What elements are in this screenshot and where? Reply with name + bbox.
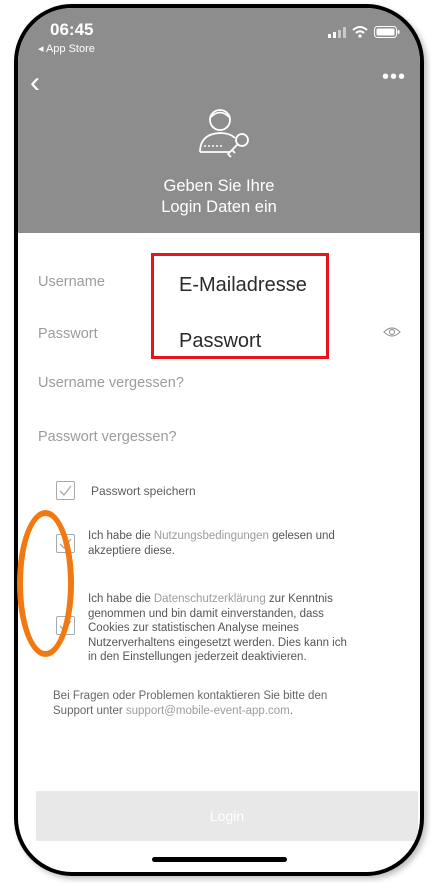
save-password-checkbox[interactable]	[56, 481, 75, 500]
privacy-line-4: Nutzerverhaltens eingesetzt werden. Dies…	[88, 636, 347, 649]
terms-line-2: akzeptiere diese.	[88, 544, 175, 557]
user-key-icon	[199, 109, 249, 158]
status-time: 06:45	[50, 20, 94, 39]
privacy-line-3: Cookies zur statistischen Analyse meines	[88, 622, 299, 634]
email-field[interactable]: E-Mailadresse	[179, 274, 307, 297]
checkmark-icon	[59, 485, 72, 496]
support-prefix: Support unter	[53, 704, 126, 717]
support-suffix: .	[289, 704, 293, 717]
forgot-password-link[interactable]: Passwort vergessen?	[38, 429, 177, 445]
annotation-ring	[17, 510, 74, 657]
privacy-prefix: Ich habe die	[88, 593, 154, 605]
phone-frame: 06:45 ◂ App Store ‹ ••• Geben Sie Ihre L…	[14, 4, 424, 876]
login-button[interactable]: Login	[36, 791, 418, 841]
back-button[interactable]: ‹	[30, 66, 40, 100]
password-label: Passwort	[38, 326, 98, 342]
terms-prefix: Ich habe die	[88, 530, 154, 542]
terms-link[interactable]: Nutzungsbedingungen	[154, 530, 269, 542]
page-title: Geben Sie Ihre Login Daten ein	[18, 176, 420, 218]
support-line-1: Bei Fragen oder Problemen kontaktieren S…	[53, 690, 328, 702]
privacy-rest: zur Kenntnis	[265, 593, 333, 605]
privacy-link[interactable]: Datenschutzerklärung	[154, 593, 266, 605]
save-password-label: Passwort speichern	[91, 484, 196, 498]
more-menu-button[interactable]: •••	[382, 67, 406, 87]
title-line-2: Login Daten ein	[161, 198, 277, 216]
show-password-icon[interactable]	[383, 326, 401, 338]
support-text: Bei Fragen oder Problemen kontaktieren S…	[53, 689, 383, 718]
title-line-1: Geben Sie Ihre	[163, 177, 275, 195]
support-email-link[interactable]: support@mobile-event-app.com	[126, 705, 290, 717]
wifi-icon	[352, 26, 368, 38]
password-field[interactable]: Passwort	[179, 330, 261, 353]
forgot-username-link[interactable]: Username vergessen?	[38, 375, 184, 391]
signal-icon	[328, 26, 346, 38]
privacy-line-5: in den Einstellungen jederzeit deaktivie…	[88, 651, 307, 663]
terms-mid: gelesen und	[268, 530, 335, 542]
terms-text: Ich habe die Nutzungsbedingungen gelesen…	[88, 529, 335, 558]
username-label: Username	[38, 274, 105, 290]
home-indicator	[152, 857, 287, 862]
privacy-line-2: genommen und bin damit einverstanden, da…	[88, 607, 324, 620]
back-to-app-store[interactable]: ◂ App Store	[38, 42, 95, 55]
battery-icon	[374, 26, 400, 38]
privacy-text: Ich habe die Datenschutzerklärung zur Ke…	[88, 592, 347, 665]
header: 06:45 ◂ App Store ‹ ••• Geben Sie Ihre L…	[18, 8, 420, 233]
status-icons	[328, 26, 400, 38]
